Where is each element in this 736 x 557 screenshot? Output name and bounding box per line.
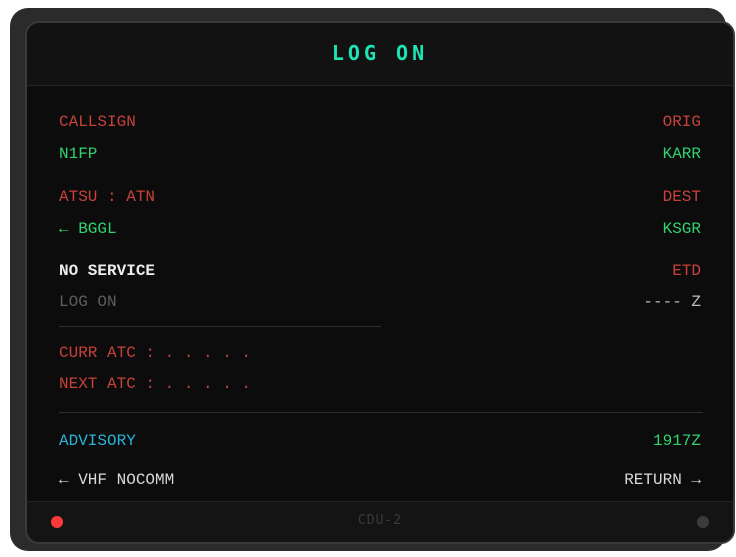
cdu-screen: LOG ON CALLSIGN ORIG N1FP KARR ATSU : AT… [25,21,735,544]
next-atc-field: NEXT ATC : . . . . . [59,375,252,393]
dest-field[interactable]: KSGR [663,219,701,239]
etd-field[interactable]: ---- Z [643,292,701,312]
etd-label: ETD [672,262,701,280]
time-readout: 1917Z [652,432,701,450]
orig-field[interactable]: KARR [663,144,701,164]
vhf-nocomm-button[interactable]: ← VHF NOCOMM [59,470,174,490]
service-status: NO SERVICE [59,262,156,280]
cdu-footer: CDU-2 [27,501,733,542]
callsign-field[interactable]: N1FP [59,144,97,164]
page-title: LOG ON [331,41,429,65]
title-bar: LOG ON [27,23,733,86]
logon-button[interactable]: LOG ON [59,292,117,312]
unit-label: CDU-2 [357,513,403,528]
callsign-label: CALLSIGN [59,113,136,131]
orig-label: ORIG [662,113,701,131]
divider [59,326,381,327]
inactive-led-icon [697,516,709,528]
return-button[interactable]: RETURN → [624,470,701,490]
dest-label: DEST [662,188,701,206]
atsu-field[interactable]: ← BGGL [59,219,117,239]
divider [59,412,703,413]
curr-atc-field: CURR ATC : . . . . . [59,344,252,362]
atsu-label: ATSU : ATN [59,188,156,206]
advisory-label: ADVISORY [59,432,136,450]
